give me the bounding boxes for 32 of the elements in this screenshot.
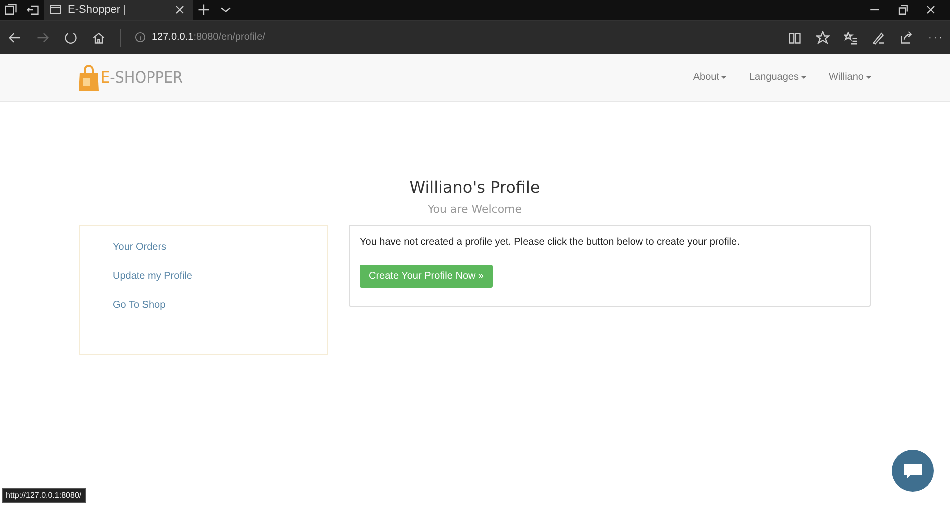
tab-title: E-Shopper | [68,4,128,16]
pen-icon[interactable] [872,30,886,44]
star-icon[interactable] [816,30,830,44]
sidebar-link[interactable]: Update my Profile [113,271,327,282]
plus-icon[interactable] [197,3,211,17]
status-url: http://127.0.0.1:8080/ [2,488,86,503]
refresh-icon[interactable] [64,30,78,44]
chat-icon [903,462,923,480]
page-title: Williano's Profile [408,178,542,197]
favorites-list-icon[interactable] [844,30,858,44]
info-icon[interactable] [135,32,146,43]
logo-text[interactable]: E-SHOPPER [101,68,184,87]
nav-menu-item[interactable]: Williano [828,72,872,83]
browser-tab[interactable]: E-Shopper | [44,0,193,20]
sidebar-link[interactable]: Your Orders [113,242,327,253]
sidebar-link[interactable]: Go To Shop [113,300,327,311]
create-profile-button[interactable]: Create Your Profile Now » [360,265,494,288]
page-subtitle: You are Welcome [426,203,524,216]
home-icon[interactable] [92,30,106,44]
tabs-icon[interactable] [4,3,18,17]
tab-aside-icon[interactable] [26,3,40,17]
restore-icon[interactable] [896,3,910,17]
page-icon [50,4,62,16]
share-icon[interactable] [900,30,914,44]
book-icon[interactable] [788,30,802,44]
address-field[interactable]: 127.0.0.1:8080/en/profile/ [152,32,266,43]
panel-message: You have not created a profile yet. Please click the button below to create your profile. [360,237,740,248]
nav-menu-item[interactable]: Languages [749,72,807,83]
nav-menu-item[interactable]: About [693,72,728,83]
forward-icon[interactable] [36,30,50,44]
back-icon[interactable] [8,30,22,44]
chat-button[interactable] [892,450,934,492]
